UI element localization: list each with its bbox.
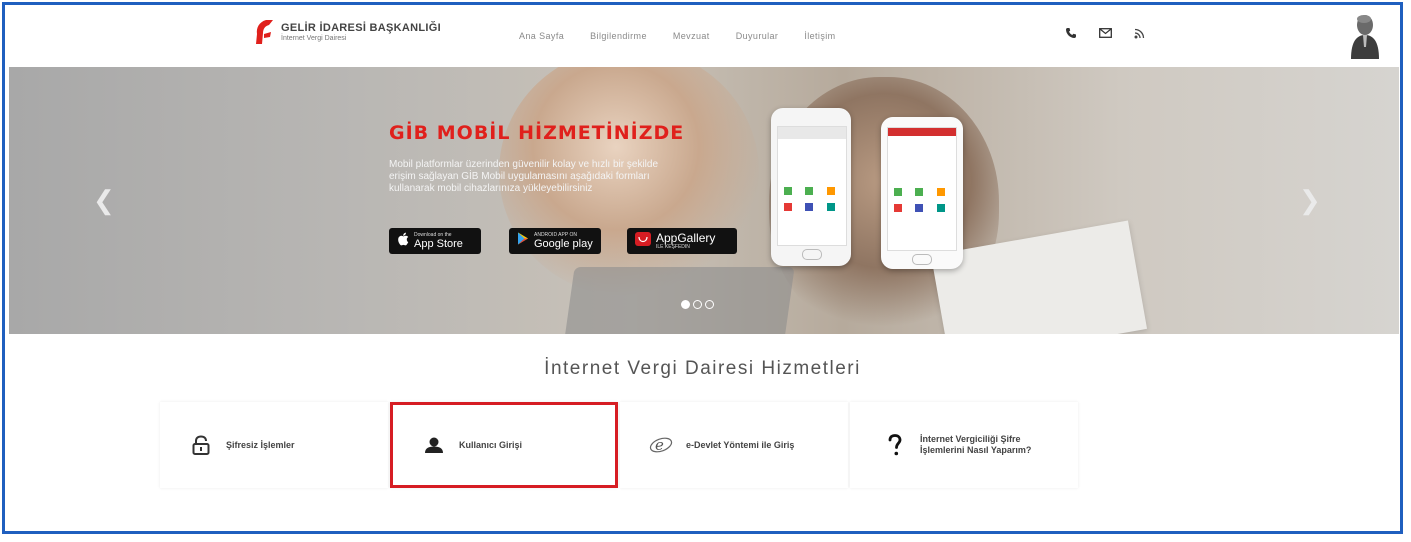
carousel-indicators [681, 300, 714, 309]
ataturk-portrait [1345, 11, 1385, 59]
carousel-dot-2[interactable] [693, 300, 702, 309]
nav-contact[interactable]: İletişim [804, 31, 835, 41]
app-gallery-button[interactable]: AppGallery ILE KEŞFEDIN [627, 228, 737, 254]
nav-info[interactable]: Bilgilendirme [590, 31, 647, 41]
carousel-dot-3[interactable] [705, 300, 714, 309]
phone-mockup-android [881, 117, 963, 269]
carousel-prev-icon[interactable]: ❮ [93, 185, 115, 216]
hero-text: Mobil platformlar üzerinden güvenilir ko… [389, 159, 659, 194]
apple-icon [397, 232, 409, 251]
nav-home[interactable]: Ana Sayfa [519, 31, 564, 41]
app-store-label: App Store [414, 238, 463, 250]
carousel-next-icon[interactable]: ❯ [1299, 185, 1321, 216]
question-icon [880, 434, 910, 456]
mail-icon[interactable] [1099, 28, 1112, 38]
hero-carousel: ❮ ❯ GİB MOBİL HİZMETİNİZDE Mobil platfor… [9, 67, 1399, 334]
app-gallery-label: AppGallery [656, 231, 716, 245]
card-password-help-label: İnternet Vergiciliği Şifre İşlemlerini N… [920, 434, 1032, 455]
carousel-dot-1[interactable] [681, 300, 690, 309]
nav-legislation[interactable]: Mevzuat [673, 31, 710, 41]
nav-announcements[interactable]: Duyurular [736, 31, 779, 41]
main-nav: Ana Sayfa Bilgilendirme Mevzuat Duyurula… [519, 31, 836, 41]
card-user-login-label: Kullanıcı Girişi [459, 439, 523, 450]
card-password-help[interactable]: İnternet Vergiciliği Şifre İşlemlerini N… [850, 402, 1078, 488]
e-devlet-icon: e [646, 436, 676, 454]
card-passwordless-label: Şifresiz İşlemler [226, 439, 295, 450]
gib-logo-icon [253, 19, 275, 45]
google-play-icon [517, 232, 529, 250]
hero-background-laptop [563, 267, 795, 334]
card-passwordless[interactable]: Şifresiz İşlemler [160, 402, 388, 488]
app-store-button[interactable]: Download on the App Store [389, 228, 481, 254]
user-icon [419, 437, 449, 453]
huawei-icon [635, 231, 651, 251]
svg-text:e: e [655, 436, 664, 454]
phone-mockup-ios [771, 108, 851, 266]
site-header: GELİR İDARESİ BAŞKANLIĞI İnternet Vergi … [5, 5, 1400, 67]
google-play-button[interactable]: ANDROID APP ON Google play [509, 228, 601, 254]
card-e-devlet[interactable]: e e-Devlet Yöntemi ile Giriş [620, 402, 848, 488]
google-play-label: Google play [534, 238, 593, 250]
rss-icon[interactable] [1134, 28, 1145, 39]
card-user-login[interactable]: Kullanıcı Girişi [390, 402, 618, 488]
logo[interactable]: GELİR İDARESİ BAŞKANLIĞI İnternet Vergi … [253, 19, 441, 45]
services-title: İnternet Vergi Dairesi Hizmetleri [544, 358, 861, 379]
hero-title: GİB MOBİL HİZMETİNİZDE [389, 122, 685, 144]
logo-subtitle: İnternet Vergi Dairesi [281, 34, 347, 42]
logo-title: GELİR İDARESİ BAŞKANLIĞI [281, 21, 441, 34]
header-icons [1065, 27, 1145, 39]
card-e-devlet-label: e-Devlet Yöntemi ile Giriş [686, 439, 795, 450]
phone-icon[interactable] [1065, 27, 1077, 39]
unlock-icon [186, 435, 216, 455]
browser-frame: GELİR İDARESİ BAŞKANLIĞI İnternet Vergi … [2, 2, 1403, 534]
service-cards: Şifresiz İşlemler Kullanıcı Girişi e e-D… [160, 402, 1080, 488]
